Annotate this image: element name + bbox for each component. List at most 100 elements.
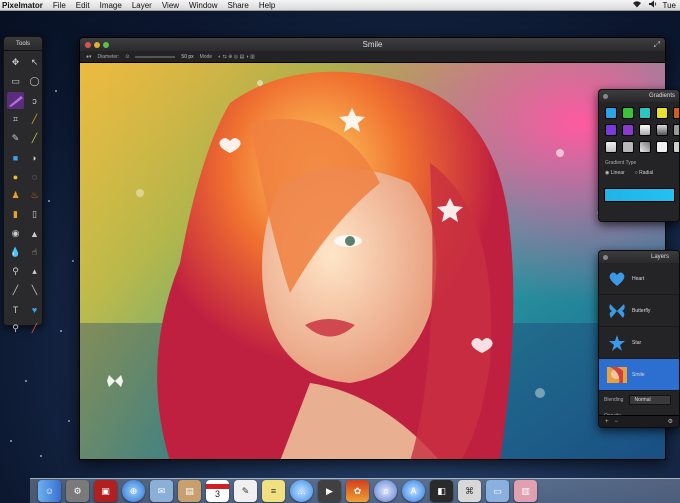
facetime-icon[interactable]: ▶: [318, 480, 341, 502]
system-preferences-icon[interactable]: ⚙: [66, 480, 89, 502]
menu-image[interactable]: Image: [95, 0, 127, 11]
gradient-swatch[interactable]: [639, 141, 651, 153]
finder-icon[interactable]: ☺: [38, 480, 61, 502]
gradient-swatch[interactable]: [673, 124, 679, 136]
gradient-swatch[interactable]: [656, 141, 668, 153]
documents-folder-icon[interactable]: ▭: [486, 480, 509, 502]
sharpen-tool-icon[interactable]: ▴: [26, 263, 43, 280]
diameter-value[interactable]: 50 px: [181, 54, 193, 60]
clone-tool-icon[interactable]: ♟: [7, 187, 24, 204]
panel-close-icon[interactable]: [603, 93, 608, 99]
layer-settings-icon[interactable]: ⚙: [668, 418, 679, 425]
gradient-swatch[interactable]: [622, 141, 634, 153]
gradient-swatch[interactable]: [639, 107, 651, 119]
zoom-tool-icon[interactable]: ⚲: [7, 320, 24, 337]
type-tool-icon[interactable]: ╲: [26, 282, 43, 299]
blur-tool-icon[interactable]: ◌: [26, 168, 43, 185]
gradient-tool-icon[interactable]: ●: [7, 168, 24, 185]
layer-row-smile[interactable]: Smile: [599, 359, 679, 391]
photo-booth-icon[interactable]: ▣: [94, 480, 117, 502]
diameter-slider[interactable]: [135, 55, 176, 58]
menu-file[interactable]: File: [48, 0, 71, 11]
selection-tool-icon[interactable]: ↖: [26, 54, 43, 71]
gradient-type-label: Gradient Type: [605, 160, 637, 166]
app-store-icon[interactable]: A: [402, 480, 425, 502]
menu-help[interactable]: Help: [254, 0, 280, 11]
mail-icon[interactable]: ✉: [150, 480, 173, 502]
eyedropper-tool-icon[interactable]: ╱: [26, 111, 43, 128]
linear-radio[interactable]: ◉ Linear: [605, 170, 625, 176]
rect-shape-tool-icon[interactable]: ■: [7, 149, 24, 166]
trash-icon[interactable]: ▥: [514, 480, 537, 502]
diameter-slider-icon[interactable]: ⊙: [125, 54, 129, 60]
window-title: Smile: [362, 40, 383, 49]
gradient-swatch[interactable]: [639, 124, 651, 136]
add-layer-icon[interactable]: +: [605, 419, 609, 425]
linear-label: Linear: [610, 170, 625, 176]
gradient-swatch[interactable]: [622, 124, 634, 136]
rect-select-tool-icon[interactable]: ▭: [7, 73, 24, 90]
app-menu[interactable]: Pixelmator: [0, 0, 48, 11]
brush-tool-icon[interactable]: [7, 92, 24, 109]
pencil-tool-icon[interactable]: ✎: [7, 130, 24, 147]
eraser-tool-icon[interactable]: ▯: [26, 206, 43, 223]
dodge-tool-icon[interactable]: ⚲: [7, 263, 24, 280]
fullscreen-icon[interactable]: ⤢: [654, 40, 660, 50]
image-canvas[interactable]: [80, 63, 665, 459]
gradient-swatch[interactable]: [656, 124, 668, 136]
bucket-tool-icon[interactable]: ▲: [26, 225, 43, 242]
remove-layer-icon[interactable]: −: [615, 419, 619, 425]
brush-preset-icon[interactable]: ●▾: [86, 54, 92, 60]
safari-icon[interactable]: ⊕: [122, 480, 145, 502]
menu-view[interactable]: View: [157, 0, 184, 11]
gradient-swatch[interactable]: [656, 107, 668, 119]
ellipse-select-tool-icon[interactable]: ◯: [26, 73, 43, 90]
speech-shape-tool-icon[interactable]: ◗: [26, 149, 43, 166]
heal-tool-icon[interactable]: ♨: [26, 187, 43, 204]
photo-thumbnail-icon: [607, 365, 627, 385]
volume-icon[interactable]: [648, 0, 657, 10]
gradient-preview-bar[interactable]: [604, 188, 675, 202]
lasso-tool-icon[interactable]: ↄ: [26, 92, 43, 109]
gradient-swatch[interactable]: [605, 124, 617, 136]
menu-share[interactable]: Share: [223, 0, 254, 11]
pixelmator-icon[interactable]: ◧: [430, 480, 453, 502]
notes-icon[interactable]: ≡: [262, 480, 285, 502]
layer-name: Smile: [632, 371, 645, 378]
move-tool-icon[interactable]: ✥: [7, 54, 24, 71]
gradient-swatch[interactable]: [622, 107, 634, 119]
gradient-swatch[interactable]: [673, 141, 679, 153]
line-tool-icon[interactable]: ╱: [26, 130, 43, 147]
pen-tool-icon[interactable]: ╱: [7, 282, 24, 299]
panel-close-icon[interactable]: [603, 254, 608, 260]
menu-layer[interactable]: Layer: [127, 0, 157, 11]
messages-icon[interactable]: …: [290, 480, 313, 502]
red-eye-tool-icon[interactable]: ◉: [7, 225, 24, 242]
text-tool-icon[interactable]: T: [7, 301, 24, 318]
gradient-swatch[interactable]: [605, 141, 617, 153]
gradient-swatch[interactable]: [673, 107, 679, 119]
layer-row-butterfly[interactable]: Butterfly: [599, 295, 679, 327]
gimp-icon[interactable]: ⌘: [458, 480, 481, 502]
textedit-icon[interactable]: ✎: [234, 480, 257, 502]
crop-tool-icon[interactable]: ⌗: [7, 111, 24, 128]
menu-clock[interactable]: Tue: [663, 1, 677, 10]
mode-options-icon[interactable]: ◐ ⇆ ⊕ ◎ ▤ ◑ ▥: [218, 54, 255, 60]
radial-radio[interactable]: ○ Radial: [635, 170, 654, 176]
calendar-icon[interactable]: 3: [206, 480, 229, 502]
wifi-icon[interactable]: [632, 0, 642, 10]
preview-icon[interactable]: ▤: [178, 480, 201, 502]
photos-icon[interactable]: ✿: [346, 480, 369, 502]
smudge-tool-icon[interactable]: ☝: [26, 244, 43, 261]
sponge-tool-icon[interactable]: ▮: [7, 206, 24, 223]
menu-edit[interactable]: Edit: [71, 0, 95, 11]
heart-shape-tool-icon[interactable]: ♥: [26, 301, 43, 318]
color-picker-tool-icon[interactable]: ╱: [26, 320, 43, 337]
drop-tool-icon[interactable]: 💧: [7, 244, 24, 261]
gradient-swatch[interactable]: [605, 107, 617, 119]
menu-window[interactable]: Window: [184, 0, 222, 11]
layer-row-heart[interactable]: Heart: [599, 263, 679, 295]
itunes-icon[interactable]: ♫: [374, 480, 397, 502]
layer-row-star[interactable]: Star: [599, 327, 679, 359]
blending-select[interactable]: Normal: [629, 395, 672, 405]
